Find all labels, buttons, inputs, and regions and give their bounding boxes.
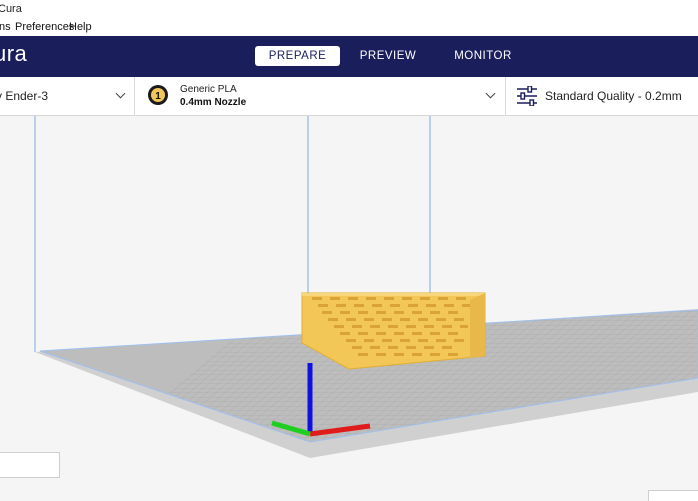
stage-toolbar: y Ender-3 1 Generic PLA 0.4mm Nozzle Sta… bbox=[0, 77, 698, 116]
material-name: Generic PLA bbox=[180, 84, 237, 95]
printer-name: y Ender-3 bbox=[0, 89, 49, 103]
window-title: Cura bbox=[0, 3, 22, 15]
tab-prepare[interactable]: PREPARE bbox=[255, 46, 340, 66]
title-bar: Cura bbox=[0, 0, 698, 18]
chevron-down-icon bbox=[485, 88, 496, 99]
build-plate-viewport[interactable] bbox=[0, 116, 698, 500]
printer-selector[interactable]: y Ender-3 bbox=[0, 77, 134, 115]
quality-profile: Standard Quality - 0.2mm bbox=[545, 89, 682, 103]
tab-monitor[interactable]: MONITOR bbox=[444, 46, 522, 66]
object-list-panel[interactable] bbox=[0, 452, 60, 478]
menu-help[interactable]: Help bbox=[69, 21, 92, 33]
menu-extensions[interactable]: ns bbox=[0, 21, 11, 33]
settings-sliders-icon bbox=[517, 86, 537, 106]
app-logo: ura bbox=[0, 41, 28, 66]
material-selector[interactable]: 1 Generic PLA 0.4mm Nozzle bbox=[135, 77, 505, 115]
nozzle-size: 0.4mm Nozzle bbox=[180, 97, 247, 108]
app-header: ura PREPARE PREVIEW MONITOR bbox=[0, 36, 698, 77]
print-settings-selector[interactable]: Standard Quality - 0.2mm bbox=[506, 77, 698, 115]
tab-preview[interactable]: PREVIEW bbox=[350, 46, 426, 66]
3d-model[interactable] bbox=[301, 292, 486, 370]
menu-preferences[interactable]: Preferences bbox=[15, 21, 74, 33]
action-panel[interactable] bbox=[648, 490, 698, 501]
spool-badge-icon: 1 bbox=[148, 85, 168, 105]
chevron-down-icon bbox=[115, 88, 126, 99]
spool-badge-number: 1 bbox=[155, 91, 161, 102]
menu-bar: ns Preferences Help bbox=[0, 18, 698, 37]
